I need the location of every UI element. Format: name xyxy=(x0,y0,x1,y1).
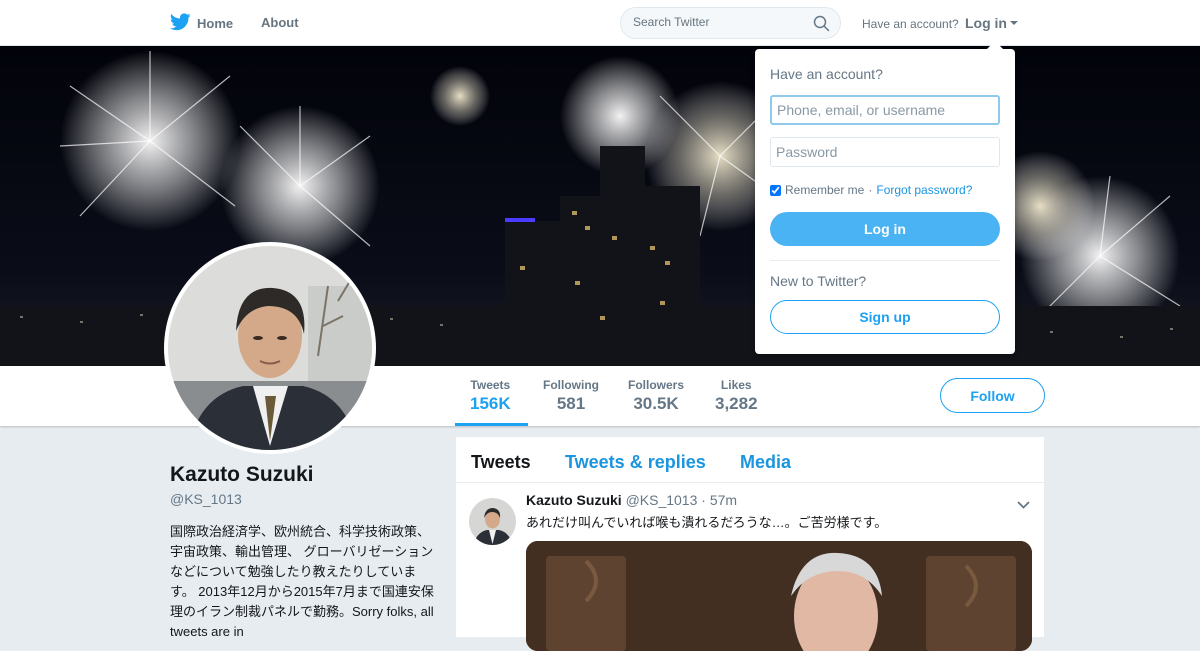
stat-following-value: 581 xyxy=(556,394,586,413)
profile-handle[interactable]: @KS_1013 xyxy=(170,491,242,507)
stat-likes-value: 3,282 xyxy=(715,394,758,413)
profile-avatar[interactable] xyxy=(164,242,376,454)
stat-likes-label: Likes xyxy=(720,378,752,392)
top-navigation-bar: Home About Have an account? Log in xyxy=(0,0,1200,46)
stat-followers-value: 30.5K xyxy=(633,394,679,413)
login-dropdown-title: Have an account? xyxy=(770,66,883,82)
nav-about-label: About xyxy=(261,15,299,30)
stat-tweets-label: Tweets xyxy=(470,378,511,392)
tweet-avatar[interactable] xyxy=(469,498,516,545)
new-to-twitter-text: New to Twitter? xyxy=(770,273,867,289)
profile-name[interactable]: Kazuto Suzuki xyxy=(170,463,314,487)
tweet-author-name[interactable]: Kazuto Suzuki xyxy=(526,492,622,508)
dropdown-divider xyxy=(770,260,1000,261)
login-toggle-label: Log in xyxy=(965,15,1007,31)
nav-about[interactable]: About xyxy=(261,15,299,30)
tweet-text: あれだけ叫んでいれば喉も潰れるだろうな…。ご苦労様です。 xyxy=(526,515,888,530)
nav-home[interactable]: Home xyxy=(169,13,234,34)
stat-followers-label: Followers xyxy=(628,378,685,392)
stat-tweets-value: 156K xyxy=(470,394,511,413)
remember-separator: · xyxy=(868,183,873,197)
timeline-tabs: Tweets Tweets & replies Media xyxy=(456,437,1044,483)
account-question-text: Have an account? xyxy=(862,17,959,31)
signup-button[interactable]: Sign up xyxy=(770,300,1000,334)
stat-following-label: Following xyxy=(543,378,599,392)
stat-tweets[interactable]: Tweets 156K xyxy=(470,378,511,414)
login-dropdown: Have an account? Remember me · Forgot pa… xyxy=(755,41,1015,354)
username-input[interactable] xyxy=(770,95,1000,125)
follow-button[interactable]: Follow xyxy=(940,378,1045,413)
tab-tweets[interactable]: Tweets xyxy=(471,452,531,473)
tweet-media-image[interactable] xyxy=(526,541,1032,651)
stat-followers[interactable]: Followers 30.5K xyxy=(628,378,684,414)
chevron-down-icon[interactable] xyxy=(1016,497,1031,517)
tab-media[interactable]: Media xyxy=(740,452,791,473)
nav-home-label: Home xyxy=(197,16,234,31)
search-box xyxy=(620,7,841,39)
twitter-bird-icon xyxy=(169,13,191,34)
stat-likes[interactable]: Likes 3,282 xyxy=(715,378,758,414)
caret-down-icon xyxy=(1010,21,1018,25)
tweet-timestamp[interactable]: 57m xyxy=(710,492,737,508)
profile-photo xyxy=(168,246,372,450)
search-icon[interactable] xyxy=(813,15,830,37)
timeline: Tweets Tweets & replies Media Kazuto Suz… xyxy=(456,437,1044,651)
tab-tweets-replies[interactable]: Tweets & replies xyxy=(565,452,706,473)
password-input[interactable] xyxy=(770,137,1000,167)
active-tab-indicator xyxy=(455,423,528,426)
tweet-author-handle[interactable]: @KS_1013 xyxy=(626,492,698,508)
forgot-password-link[interactable]: Forgot password? xyxy=(876,183,972,197)
stat-following[interactable]: Following 581 xyxy=(543,378,599,414)
remember-me-row: Remember me · Forgot password? xyxy=(770,183,972,197)
tweet-header: Kazuto Suzuki @KS_1013 · 57m xyxy=(526,492,737,508)
profile-bio: 国際政治経済学、欧州統合、科学技術政策、宇宙政策、輸出管理、 グローバリゼーショ… xyxy=(170,524,434,639)
remember-me-checkbox[interactable] xyxy=(770,184,781,196)
tweet-separator: · xyxy=(701,492,706,508)
remember-me-label[interactable]: Remember me xyxy=(785,183,864,197)
login-submit-button[interactable]: Log in xyxy=(770,212,1000,246)
search-input[interactable] xyxy=(633,15,803,29)
login-dropdown-toggle[interactable]: Log in xyxy=(965,15,1018,31)
